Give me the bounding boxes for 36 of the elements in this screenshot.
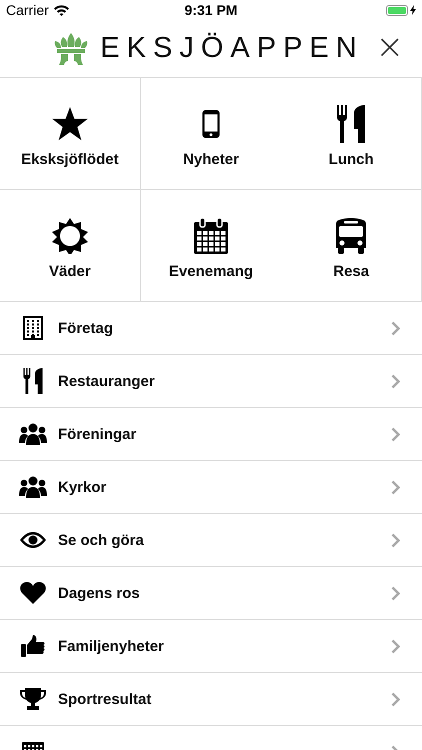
calendar-icon <box>194 218 228 254</box>
people-icon <box>19 423 47 445</box>
star-icon <box>52 107 88 141</box>
menu-tile[interactable]: Eksksjöflödet <box>0 78 141 190</box>
chevron-right-icon <box>391 692 400 706</box>
thumbs-up-icon <box>21 635 45 657</box>
clock-time: 9:31 PM <box>184 2 238 18</box>
chevron-right-icon <box>391 638 400 654</box>
bus-icon <box>335 218 368 254</box>
trophy-icon <box>20 688 46 710</box>
chevron-right-icon <box>391 374 400 388</box>
app-title: EKSJÖAPPEN <box>100 32 364 65</box>
cutlery-icon <box>335 105 368 143</box>
chevron-right-icon <box>391 426 400 442</box>
chevron-right-icon <box>391 320 400 336</box>
sun-icon <box>52 218 88 254</box>
building-icon <box>23 316 43 340</box>
cutlery-icon <box>22 368 44 394</box>
chevron-right-icon <box>391 586 400 600</box>
people-icon <box>19 476 47 498</box>
lotus-logo-icon <box>54 32 88 64</box>
menu-tile[interactable]: Nyheter <box>140 78 282 190</box>
battery-icon <box>386 4 408 16</box>
chevron-right-icon <box>391 480 400 494</box>
menu-tile[interactable]: Väder <box>0 190 141 302</box>
eye-icon <box>20 532 46 548</box>
menu-tile[interactable]: Resa <box>281 190 422 302</box>
heart-icon <box>20 582 46 604</box>
close-button[interactable]: × <box>376 28 404 66</box>
phone-icon <box>202 110 220 138</box>
charging-icon <box>410 5 416 15</box>
menu-tile[interactable]: Lunch <box>281 78 422 190</box>
menu-tile[interactable]: Evenemang <box>140 190 282 302</box>
carrier-label: Carrier <box>6 2 49 18</box>
chevron-right-icon <box>391 532 400 548</box>
wifi-icon <box>54 4 69 16</box>
